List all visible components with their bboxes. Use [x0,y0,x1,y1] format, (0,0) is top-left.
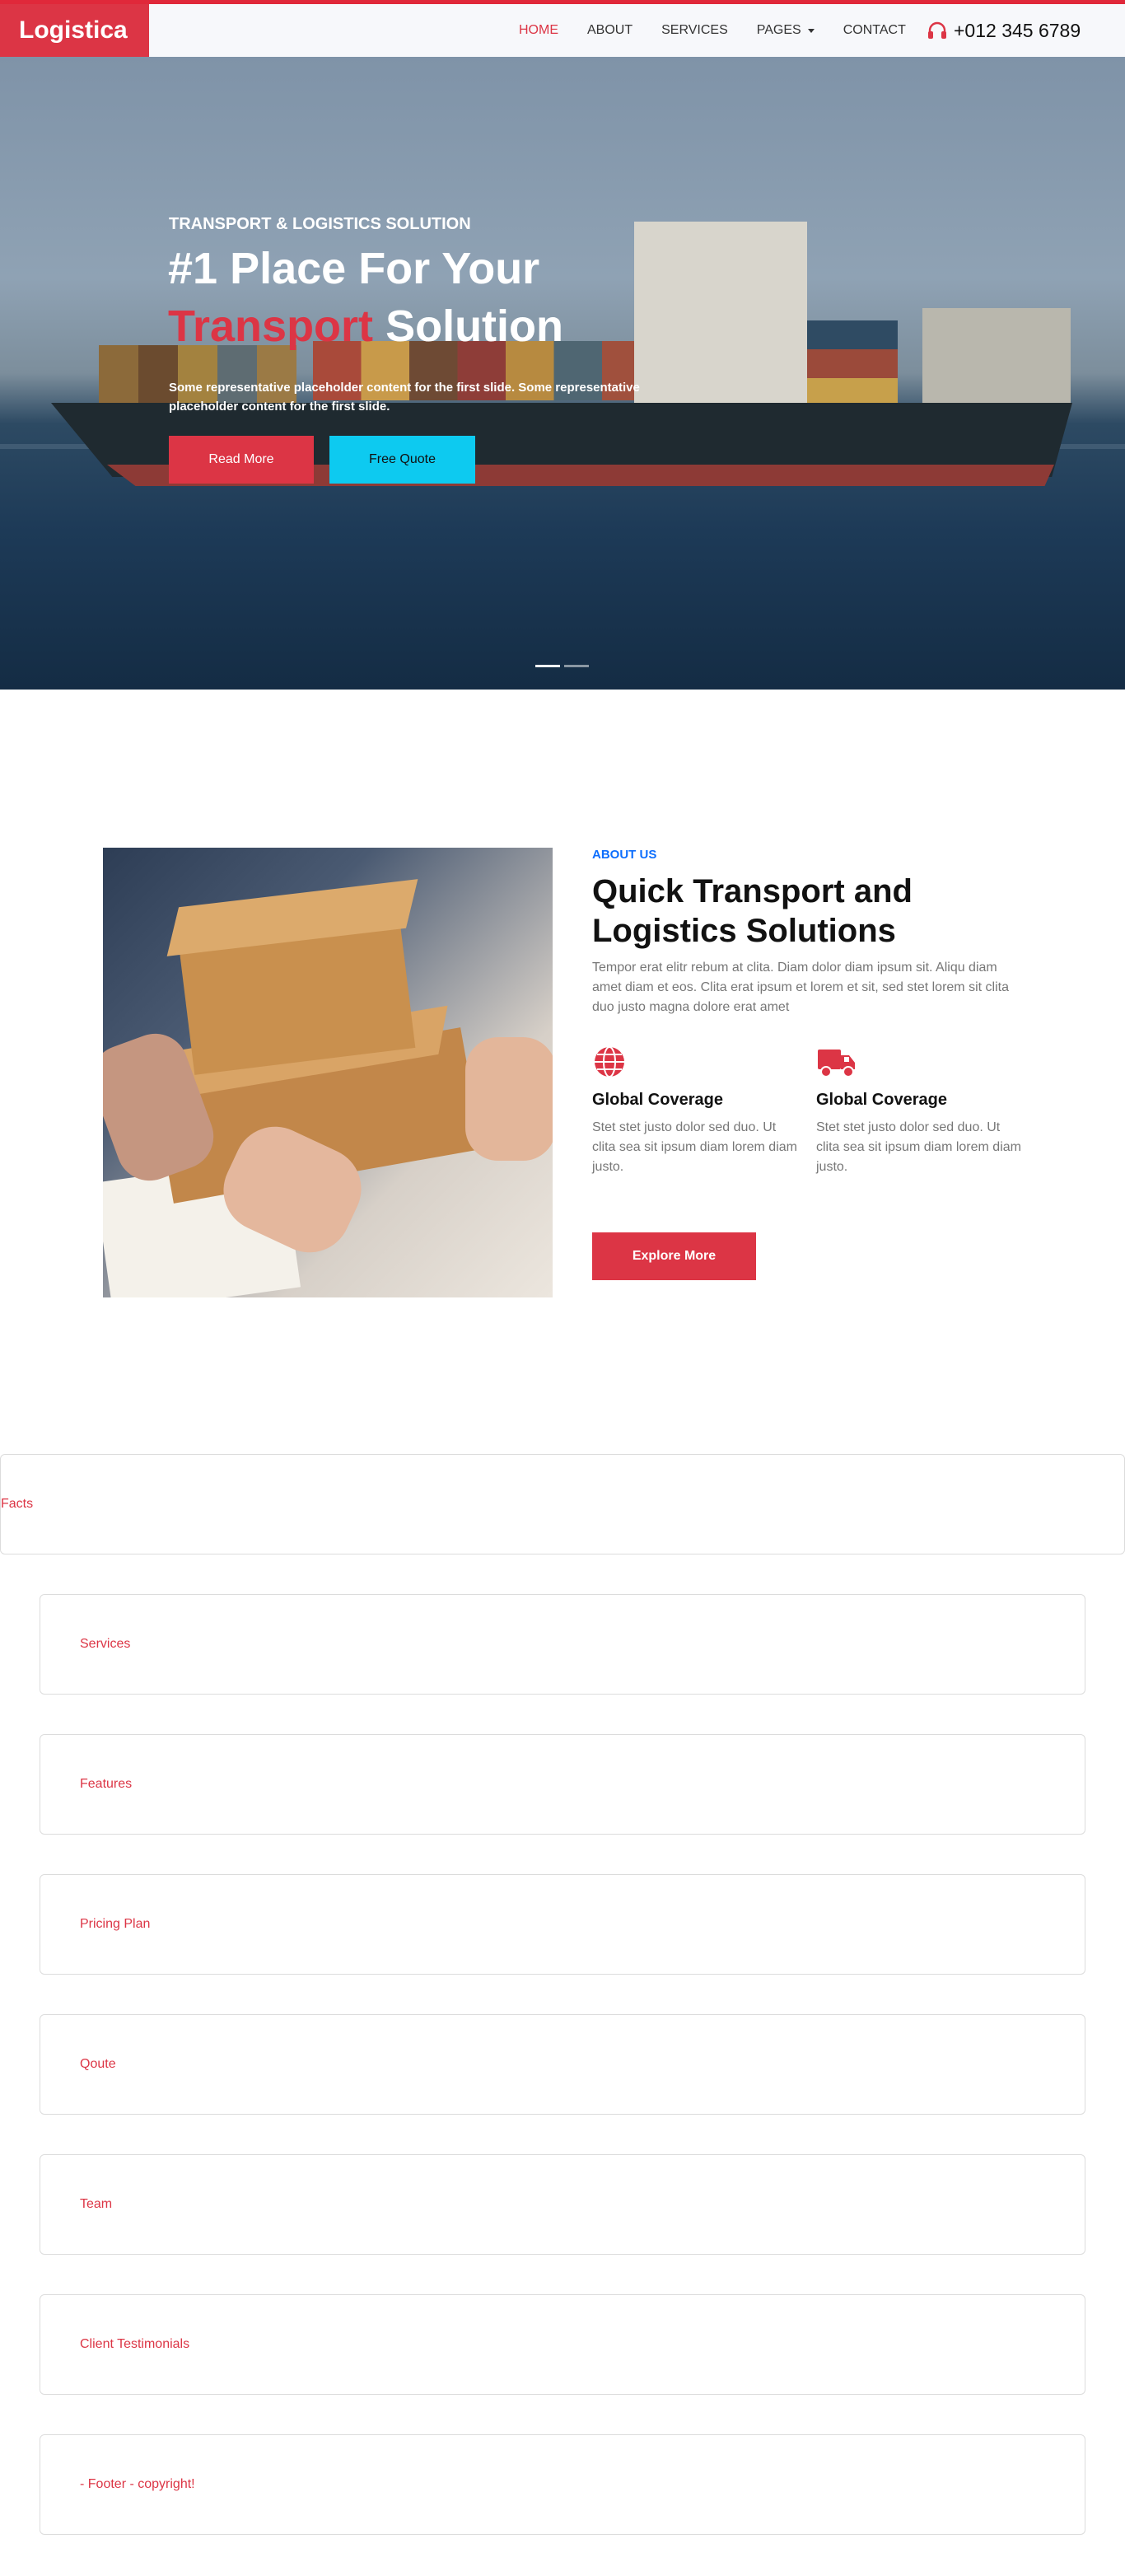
carousel-indicators [535,665,593,667]
globe-icon [592,1045,798,1079]
free-quote-button[interactable]: Free Quote [329,436,475,484]
carousel-indicator-2[interactable] [564,665,589,667]
chevron-down-icon [807,28,815,33]
footer-section: - Footer - copyright! [40,2434,1085,2535]
pricing-section: Pricing Plan [40,1874,1085,1975]
feature-global-coverage: Global Coverage Stet stet justo dolor se… [592,1045,798,1177]
section-label: - Footer - copyright! [80,2477,195,2491]
section-label: Pricing Plan [80,1917,151,1931]
read-more-button[interactable]: Read More [169,436,314,484]
section-label: Features [80,1777,133,1791]
nav-item-services[interactable]: SERVICES [661,23,728,38]
about-section-label: ABOUT US [592,848,657,862]
about-title: Quick Transport and Logistics Solutions [592,873,913,949]
team-section: Team [40,2154,1085,2255]
nav-item-about[interactable]: ABOUT [587,23,633,38]
feature-text: Stet stet justo dolor sed duo. Ut clita … [592,1120,797,1174]
facts-section: Facts [0,1454,1125,1554]
nav-item-pages[interactable]: PAGES [757,23,815,38]
feature-title: Global Coverage [816,1091,947,1109]
brand-logo[interactable]: Logistica [0,4,149,57]
hero-carousel: TRANSPORT & LOGISTICS SOLUTION #1 Place … [0,57,1125,690]
features-section: Features [40,1734,1085,1835]
carousel-indicator-1[interactable] [535,665,560,667]
nav-item-contact[interactable]: CONTACT [843,23,906,38]
section-label: Services [80,1637,131,1651]
hero-title-rest: Solution [385,302,564,351]
section-label: Client Testimonials [80,2337,190,2351]
hero-subtitle: TRANSPORT & LOGISTICS SOLUTION [169,215,471,233]
headphones-icon [928,21,946,39]
hero-description: Some representative placeholder content … [169,381,640,414]
main-nav: HOME ABOUT SERVICES PAGES CONTACT [519,4,935,57]
feature-text: Stet stet justo dolor sed duo. Ut clita … [816,1120,1021,1174]
phone-contact[interactable]: +012 345 6789 [927,4,1081,57]
nav-item-pages-label: PAGES [756,23,801,37]
about-text: Tempor erat elitr rebum at clita. Diam d… [592,961,1009,1014]
hero-title-highlight: Transport [168,302,374,351]
navbar: Logistica HOME ABOUT SERVICES PAGES CONT… [0,4,1125,57]
hero-title-line2: Transport Solution [168,301,563,352]
truck-icon [816,1045,1022,1079]
feature-delivery: Global Coverage Stet stet justo dolor se… [816,1045,1022,1177]
phone-number: +012 345 6789 [954,19,1081,41]
section-label: Team [80,2197,113,2211]
services-section: Services [40,1594,1085,1695]
explore-more-button[interactable]: Explore More [592,1232,756,1280]
about-image [103,848,553,1297]
nav-item-home[interactable]: HOME [519,23,558,38]
quote-section: Qoute [40,2014,1085,2115]
section-label: Qoute [80,2057,116,2071]
hero-title-line1: #1 Place For Your [168,244,540,293]
testimonials-section: Client Testimonials [40,2294,1085,2395]
feature-title: Global Coverage [592,1091,723,1109]
section-label: Facts [1,1497,34,1511]
